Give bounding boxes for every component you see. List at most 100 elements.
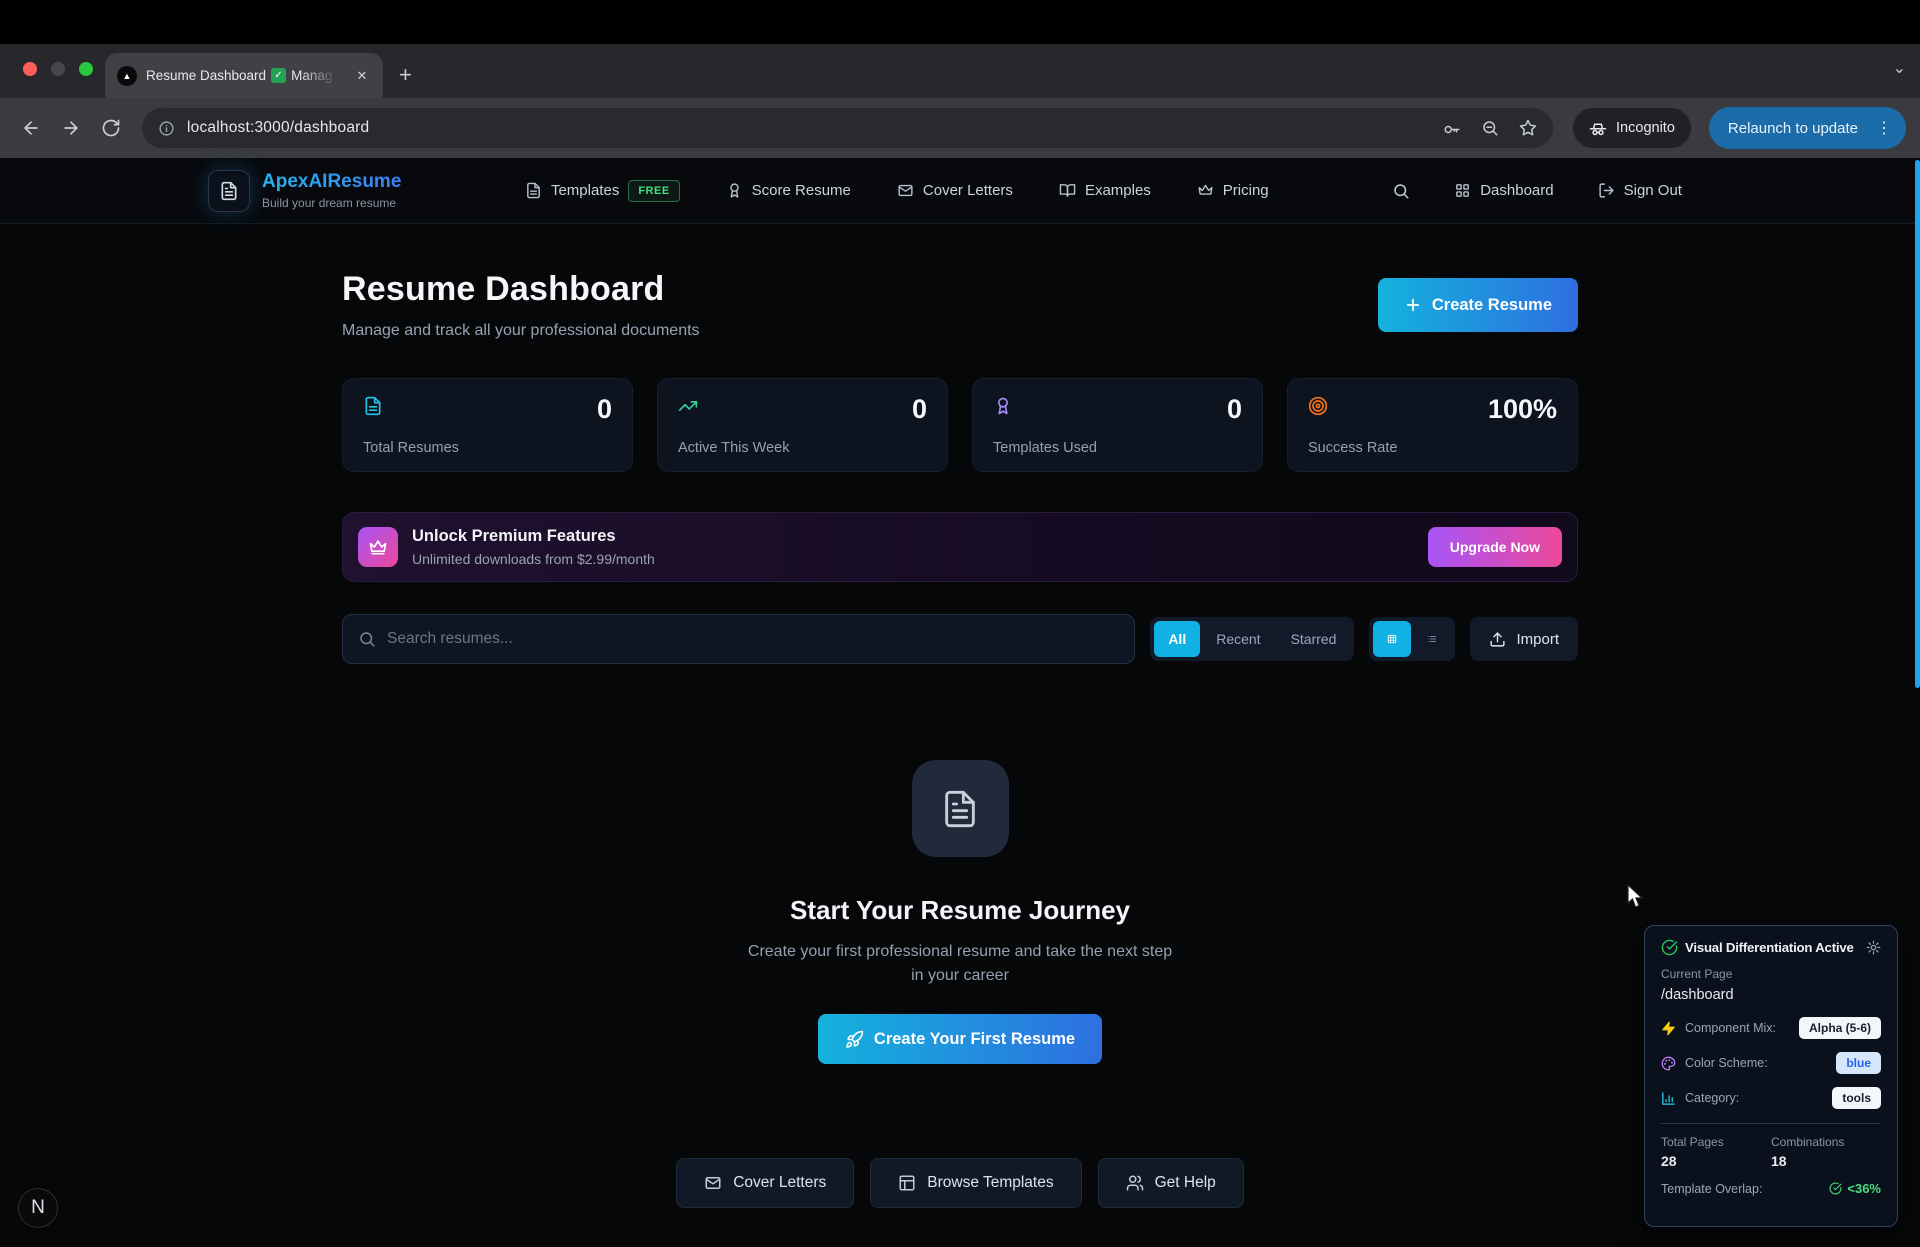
browser-menu-icon[interactable]: ⋮ — [1870, 118, 1898, 138]
gear-icon[interactable] — [1866, 940, 1881, 955]
stat-card-total-resumes: 0 Total Resumes — [342, 378, 633, 472]
relaunch-to-update-button[interactable]: Relaunch to update ⋮ — [1709, 107, 1906, 149]
stat-label: Success Rate — [1308, 440, 1557, 456]
nextjs-devtools-button[interactable]: N — [18, 1188, 58, 1228]
nav-right: Dashboard Sign Out — [1392, 182, 1682, 200]
total-pages-value: 28 — [1661, 1153, 1771, 1169]
mail-icon — [704, 1174, 722, 1192]
resume-toolbar: All Recent Starred Import — [342, 614, 1578, 664]
nav-menu: Templates FREE Score Resume Cover Letter… — [525, 180, 1269, 202]
template-overlap-row: Template Overlap: <36% — [1661, 1181, 1881, 1196]
brand-tagline: Build your dream resume — [262, 196, 401, 210]
get-help-button[interactable]: Get Help — [1098, 1158, 1244, 1208]
premium-subtitle: Unlimited downloads from $2.99/month — [412, 551, 655, 567]
nav-item-cover-letters[interactable]: Cover Letters — [897, 180, 1013, 202]
incognito-icon — [1589, 119, 1607, 137]
search-input[interactable] — [387, 630, 1119, 648]
current-page-value: /dashboard — [1661, 987, 1881, 1003]
bookmark-star-icon[interactable] — [1519, 119, 1537, 137]
tab-search-chevron-icon[interactable]: ⌄ — [1893, 58, 1906, 78]
list-icon — [1427, 631, 1437, 647]
log-out-icon — [1598, 182, 1615, 199]
brand-logo-icon — [208, 170, 250, 212]
color-scheme-badge: blue — [1836, 1052, 1881, 1074]
forward-button[interactable] — [54, 111, 88, 145]
nav-item-examples[interactable]: Examples — [1059, 180, 1151, 202]
cover-letters-button[interactable]: Cover Letters — [676, 1158, 854, 1208]
stat-card-active-this-week: 0 Active This Week — [657, 378, 948, 472]
import-button[interactable]: Import — [1470, 617, 1578, 661]
zoom-window-button[interactable] — [79, 62, 93, 76]
nav-item-score-resume[interactable]: Score Resume — [726, 180, 851, 202]
upgrade-now-button[interactable]: Upgrade Now — [1428, 527, 1562, 567]
visual-differentiation-panel: Visual Differentiation Active Current Pa… — [1644, 925, 1898, 1227]
url-text[interactable]: localhost:3000/dashboard — [187, 119, 1431, 137]
check-emoji-icon: ✓ — [271, 68, 286, 83]
browse-templates-button[interactable]: Browse Templates — [870, 1158, 1081, 1208]
stat-card-templates-used: 0 Templates Used — [972, 378, 1263, 472]
empty-state-description: Create your first professional resume an… — [748, 940, 1172, 988]
empty-state: Start Your Resume Journey Create your fi… — [342, 760, 1578, 1064]
incognito-badge: Incognito — [1573, 108, 1691, 148]
premium-banner: Unlock Premium Features Unlimited downlo… — [342, 512, 1578, 582]
page-scrollbar[interactable] — [1915, 160, 1920, 688]
create-first-resume-button[interactable]: Create Your First Resume — [818, 1014, 1102, 1064]
nav-search-icon[interactable] — [1392, 182, 1410, 200]
filter-recent-button[interactable]: Recent — [1202, 621, 1274, 657]
create-resume-button[interactable]: Create Resume — [1378, 278, 1578, 332]
nav-item-templates[interactable]: Templates FREE — [525, 180, 680, 202]
password-key-icon[interactable] — [1443, 119, 1461, 137]
browser-toolbar: localhost:3000/dashboard Incognito Relau… — [0, 98, 1920, 158]
search-box[interactable] — [342, 614, 1135, 664]
screen-top-bar — [0, 0, 1920, 44]
nav-item-sign-out[interactable]: Sign Out — [1598, 182, 1682, 199]
upload-icon — [1489, 631, 1506, 648]
crown-icon — [1197, 182, 1214, 199]
users-icon — [1126, 1174, 1144, 1192]
check-circle-icon — [1829, 1182, 1842, 1195]
layout-template-icon — [898, 1174, 916, 1192]
premium-title: Unlock Premium Features — [412, 527, 655, 546]
address-bar[interactable]: localhost:3000/dashboard — [142, 108, 1553, 148]
stat-value: 100% — [1488, 396, 1557, 423]
grid-icon — [1387, 631, 1397, 647]
tab-close-icon[interactable]: ✕ — [353, 67, 371, 85]
grid-view-button[interactable] — [1373, 621, 1411, 657]
site-navbar: ApexAIResume Build your dream resume Tem… — [0, 158, 1920, 224]
palette-icon — [1661, 1056, 1676, 1071]
window-controls[interactable] — [23, 62, 93, 76]
mouse-cursor — [1626, 884, 1646, 910]
search-icon — [358, 630, 376, 648]
mail-icon — [897, 182, 914, 199]
stat-value: 0 — [1227, 396, 1242, 423]
browser-tab[interactable]: ▲ Resume Dashboard ✓ Manag ✕ — [105, 53, 383, 98]
zoom-out-icon[interactable] — [1481, 119, 1499, 137]
award-icon — [993, 396, 1013, 416]
component-mix-badge: Alpha (5-6) — [1799, 1017, 1881, 1039]
nav-item-dashboard[interactable]: Dashboard — [1454, 182, 1553, 199]
reload-button[interactable] — [94, 111, 128, 145]
nav-item-pricing[interactable]: Pricing — [1197, 180, 1269, 202]
file-text-icon — [525, 182, 542, 199]
list-view-button[interactable] — [1413, 621, 1451, 657]
stats-row: 0 Total Resumes 0 Active This Week 0 Tem… — [342, 378, 1578, 472]
filter-starred-button[interactable]: Starred — [1277, 621, 1351, 657]
quick-links: Cover Letters Browse Templates Get Help — [342, 1158, 1578, 1208]
site-info-icon[interactable] — [158, 120, 175, 137]
minimize-window-button[interactable] — [51, 62, 65, 76]
brand-name: ApexAIResume — [262, 171, 401, 193]
stat-value: 0 — [597, 396, 612, 423]
dashboard-main: Resume Dashboard Manage and track all yo… — [342, 224, 1578, 1208]
bar-chart-icon — [1661, 1091, 1676, 1106]
filter-all-button[interactable]: All — [1154, 621, 1200, 657]
brand[interactable]: ApexAIResume Build your dream resume — [208, 170, 401, 212]
check-circle-icon — [1661, 939, 1678, 956]
back-button[interactable] — [14, 111, 48, 145]
overlap-value: <36% — [1847, 1181, 1881, 1196]
current-page-label: Current Page — [1661, 967, 1881, 981]
new-tab-button[interactable]: + — [399, 62, 412, 88]
view-toggle — [1369, 617, 1455, 661]
page-title: Resume Dashboard — [342, 270, 700, 309]
empty-state-title: Start Your Resume Journey — [790, 895, 1130, 926]
close-window-button[interactable] — [23, 62, 37, 76]
